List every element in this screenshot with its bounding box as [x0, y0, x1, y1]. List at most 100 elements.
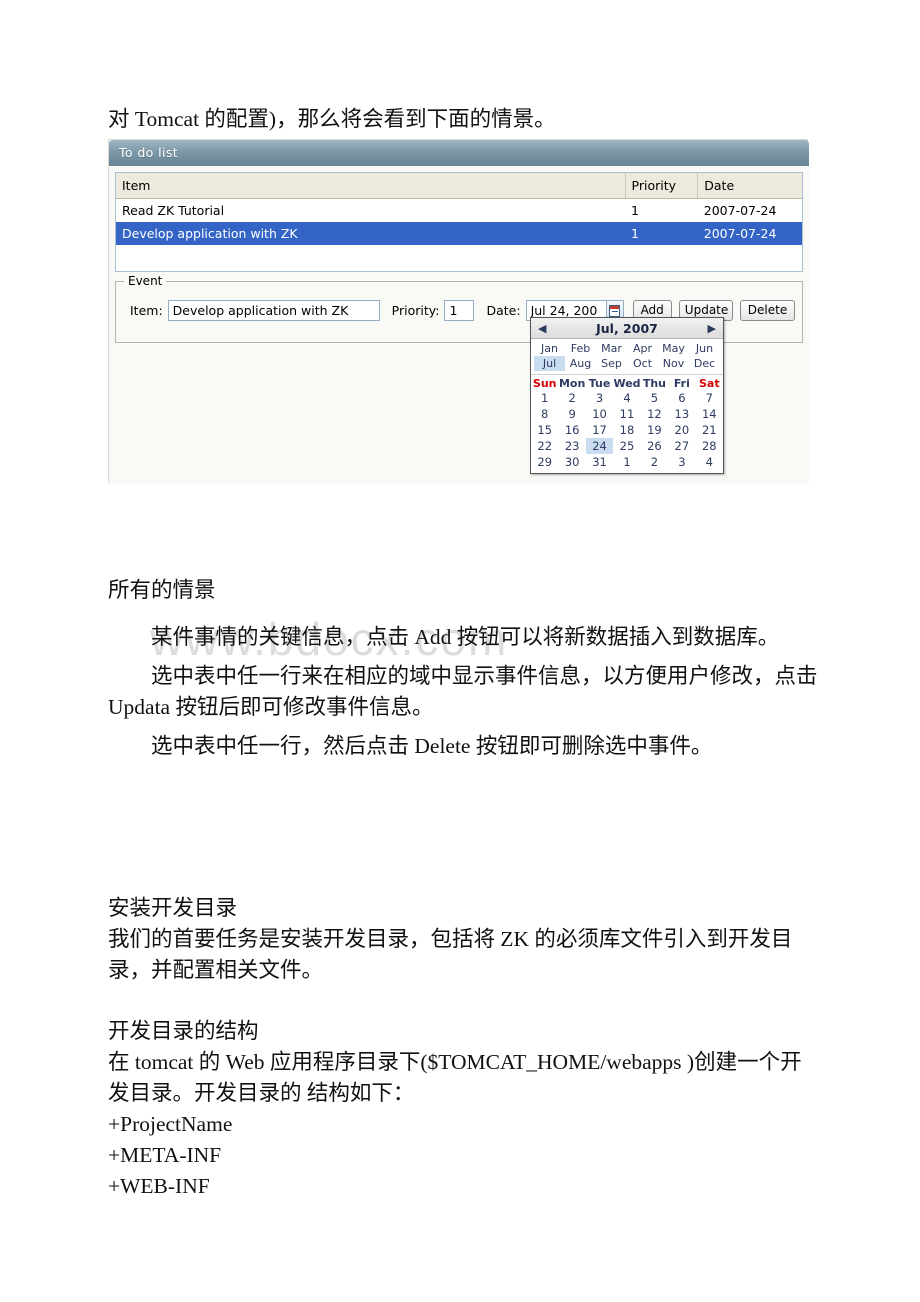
calendar-day[interactable]: 12: [641, 406, 668, 422]
calendar-day[interactable]: 9: [558, 406, 585, 422]
calendar-glyph: [609, 304, 621, 317]
calendar-day[interactable]: 23: [558, 438, 585, 454]
calendar-day[interactable]: 5: [641, 390, 668, 406]
todo-table: Item Priority Date Read ZK Tutorial 1 20…: [116, 173, 802, 268]
calendar-day[interactable]: 18: [613, 422, 640, 438]
calendar-dow-wed: Wed: [613, 377, 641, 390]
document-body: 所有的情景 某件事情的关键信息，点击 Add 按钮可以将新数据插入到数据库。 选…: [108, 575, 820, 762]
calendar-day[interactable]: 4: [696, 454, 723, 470]
document-top-line: 对 Tomcat 的配置)，那么将会看到下面的情景。: [108, 104, 820, 135]
tree-web-inf: +WEB-INF: [108, 1174, 210, 1198]
todo-grid[interactable]: Item Priority Date Read ZK Tutorial 1 20…: [115, 172, 803, 272]
heading-install-dir: 安装开发目录: [108, 896, 238, 920]
table-row[interactable]: Develop application with ZK 1 2007-07-24: [116, 222, 802, 245]
calendar-month-grid: Jan Feb Mar Apr May Jun Jul Aug Sep Oct Nov Dec: [531, 339, 723, 372]
calendar-day[interactable]: 14: [696, 406, 723, 422]
calendar-dow-tue: Tue: [588, 377, 611, 390]
calendar-day[interactable]: 16: [558, 422, 585, 438]
priority-input[interactable]: [444, 300, 475, 321]
calendar-day[interactable]: 2: [641, 454, 668, 470]
calendar-day[interactable]: 24: [585, 438, 614, 454]
calendar-popup[interactable]: ◀ Jul, 2007 ▶ Jan Feb Mar Apr May Jun Jul Aug Se…: [530, 317, 724, 474]
heading-dir-structure: 开发目录的结构: [108, 1019, 259, 1043]
calendar-day[interactable]: 29: [531, 454, 558, 470]
calendar-day[interactable]: 15: [531, 422, 558, 438]
prev-month-icon[interactable]: ◀: [538, 323, 546, 334]
paragraph-structure: 在 tomcat 的 Web 应用程序目录下($TOMCAT_HOME/weba…: [108, 1050, 802, 1105]
calendar-day[interactable]: 13: [668, 406, 695, 422]
calendar-day[interactable]: 25: [613, 438, 640, 454]
calendar-day[interactable]: 21: [696, 422, 723, 438]
calendar-day[interactable]: 7: [696, 390, 723, 406]
calendar-dow-sat: Sat: [698, 377, 720, 390]
paragraph-add: 某件事情的关键信息，点击 Add 按钮可以将新数据插入到数据库。: [151, 625, 780, 649]
item-label: Item:: [130, 303, 163, 318]
calendar-day[interactable]: 30: [558, 454, 585, 470]
calendar-month-feb[interactable]: Feb: [565, 341, 596, 356]
calendar-day[interactable]: 6: [668, 390, 695, 406]
calendar-day[interactable]: 1: [531, 390, 558, 406]
calendar-dow-thu: Thu: [642, 377, 666, 390]
calendar-dow-mon: Mon: [558, 377, 586, 390]
cell-priority: 1: [625, 222, 698, 245]
tree-project-name: +ProjectName: [108, 1112, 233, 1136]
calendar-day-grid: 1 2 3 4 5 6 7 8 9 10 11 12 13 14 15 16 17 18 19 20 21 22 23 24 2…: [531, 390, 723, 470]
calendar-day[interactable]: 19: [641, 422, 668, 438]
delete-button[interactable]: Delete: [739, 300, 796, 321]
calendar-header: ◀ Jul, 2007 ▶: [531, 318, 723, 339]
paragraph-tomcat-config: 对 Tomcat 的配置)，那么将会看到下面的情景。: [108, 107, 556, 131]
column-header-priority[interactable]: Priority: [625, 173, 699, 199]
paragraph-update: 选中表中任一行来在相应的域中显示事件信息，以方便用户修改，点击 Updata 按…: [108, 664, 823, 719]
calendar-month-may[interactable]: May: [658, 341, 689, 356]
calendar-month-jun[interactable]: Jun: [689, 341, 720, 356]
cell-date: 2007-07-24: [703, 203, 777, 218]
zk-todo-panel: To do list Item Priority Date Read ZK Tu…: [108, 139, 809, 484]
date-label: Date:: [486, 303, 521, 318]
calendar-month-apr[interactable]: Apr: [627, 341, 658, 356]
calendar-month-aug[interactable]: Aug: [565, 356, 596, 371]
column-header-item[interactable]: Item: [116, 173, 626, 199]
calendar-day[interactable]: 3: [668, 454, 695, 470]
cell-date: 2007-07-24: [697, 222, 802, 245]
calendar-day[interactable]: 8: [531, 406, 558, 422]
document-install-section: 安装开发目录 我们的首要任务是安装开发目录，包括将 ZK 的必须库文件引入到开发…: [108, 893, 820, 1202]
tree-meta-inf: +META-INF: [108, 1143, 222, 1167]
panel-titlebar: To do list: [109, 140, 809, 166]
calendar-day[interactable]: 22: [531, 438, 558, 454]
calendar-month-sep[interactable]: Sep: [596, 356, 627, 371]
table-header-row: Item Priority Date: [116, 173, 802, 199]
calendar-dayofweek-row: Sun Mon Tue Wed Thu Fri Sat: [531, 374, 723, 390]
event-fieldset-legend: Event: [124, 274, 167, 288]
calendar-day[interactable]: 31: [586, 454, 613, 470]
calendar-day[interactable]: 26: [641, 438, 668, 454]
priority-label: Priority:: [391, 303, 440, 318]
cell-priority: 1: [631, 203, 639, 218]
calendar-month-jul[interactable]: Jul: [534, 356, 565, 371]
calendar-day[interactable]: 1: [613, 454, 640, 470]
next-month-icon[interactable]: ▶: [708, 323, 716, 334]
calendar-day[interactable]: 28: [696, 438, 723, 454]
calendar-title: Jul, 2007: [596, 320, 658, 336]
calendar-month-dec[interactable]: Dec: [689, 356, 720, 371]
calendar-month-oct[interactable]: Oct: [627, 356, 658, 371]
paragraph-install: 我们的首要任务是安装开发目录，包括将 ZK 的必须库文件引入到开发目录，并配置相…: [108, 927, 793, 982]
column-header-date[interactable]: Date: [697, 173, 802, 199]
cell-item: Read ZK Tutorial: [122, 203, 225, 218]
calendar-month-mar[interactable]: Mar: [596, 341, 627, 356]
calendar-month-nov[interactable]: Nov: [658, 356, 689, 371]
calendar-day[interactable]: 4: [613, 390, 640, 406]
table-row[interactable]: Read ZK Tutorial 1 2007-07-24: [116, 199, 802, 223]
heading-all-scenarios: 所有的情景: [108, 578, 216, 602]
table-empty-area: [116, 245, 802, 268]
calendar-day[interactable]: 3: [586, 390, 613, 406]
calendar-month-jan[interactable]: Jan: [534, 341, 565, 356]
paragraph-delete: 选中表中任一行，然后点击 Delete 按钮即可删除选中事件。: [151, 734, 713, 758]
calendar-day[interactable]: 20: [668, 422, 695, 438]
calendar-day[interactable]: 17: [586, 422, 613, 438]
calendar-day[interactable]: 2: [558, 390, 585, 406]
item-input[interactable]: [167, 300, 380, 321]
calendar-dow-fri: Fri: [673, 377, 690, 390]
calendar-day[interactable]: 27: [668, 438, 695, 454]
calendar-day[interactable]: 11: [613, 406, 640, 422]
calendar-day[interactable]: 10: [586, 406, 613, 422]
